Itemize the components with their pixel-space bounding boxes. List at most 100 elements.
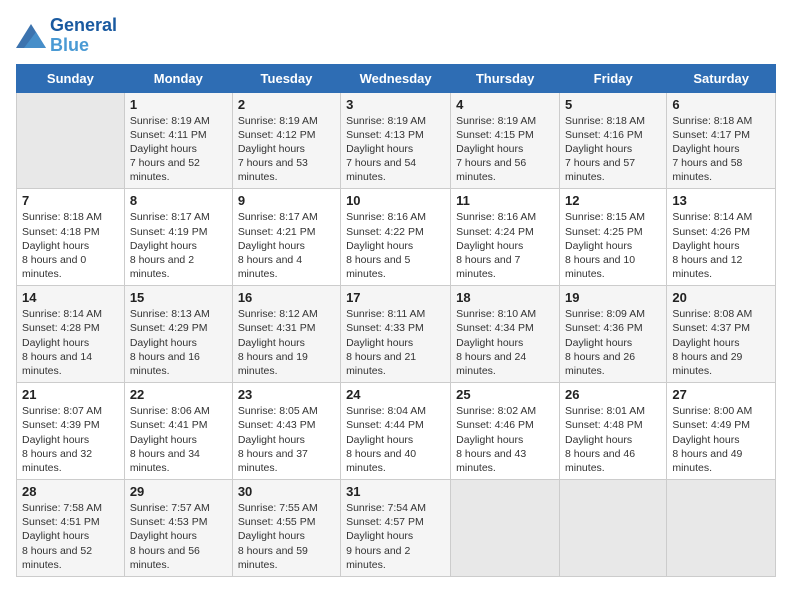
- day-number: 16: [238, 290, 335, 305]
- day-number: 23: [238, 387, 335, 402]
- col-header-wednesday: Wednesday: [341, 64, 451, 92]
- day-number: 8: [130, 193, 227, 208]
- day-cell: [17, 92, 125, 189]
- day-number: 31: [346, 484, 445, 499]
- day-info: Sunrise: 8:08 AMSunset: 4:37 PMDaylight …: [672, 307, 770, 378]
- day-cell: 21 Sunrise: 8:07 AMSunset: 4:39 PMDayligh…: [17, 383, 125, 480]
- day-cell: 9Sunrise: 8:17 AMSunset: 4:21 PMDaylight…: [232, 189, 340, 286]
- day-cell: 14Sunrise: 8:14 AMSunset: 4:28 PMDayligh…: [17, 286, 125, 383]
- day-number: 21: [22, 387, 119, 402]
- day-info: Sunrise: 8:17 AMSunset: 4:21 PMDaylight …: [238, 210, 335, 281]
- day-info: Sunrise: 8:11 AMSunset: 4:33 PMDaylight …: [346, 307, 445, 378]
- day-number: 19: [565, 290, 661, 305]
- day-info: Sunrise: 8:18 AMSunset: 4:17 PMDaylight …: [672, 114, 770, 185]
- day-number: 20: [672, 290, 770, 305]
- week-row-2: 7 Sunrise: 8:18 AMSunset: 4:18 PMDaylight…: [17, 189, 776, 286]
- day-info: Sunrise: 8:17 AMSunset: 4:19 PMDaylight …: [130, 210, 227, 281]
- day-info: Sunrise: 8:19 AMSunset: 4:15 PMDaylight …: [456, 114, 554, 185]
- day-number: 4: [456, 97, 554, 112]
- day-cell: 26 Sunrise: 8:01 AMSunset: 4:48 PMDayligh…: [560, 383, 667, 480]
- day-cell: 2Sunrise: 8:19 AMSunset: 4:12 PMDaylight…: [232, 92, 340, 189]
- day-cell: 19Sunrise: 8:09 AMSunset: 4:36 PMDayligh…: [560, 286, 667, 383]
- day-cell: 29Sunrise: 7:57 AMSunset: 4:53 PMDayligh…: [124, 480, 232, 577]
- col-header-monday: Monday: [124, 64, 232, 92]
- day-number: 13: [672, 193, 770, 208]
- day-cell: 20 Sunrise: 8:08 AMSunset: 4:37 PMDayligh…: [667, 286, 776, 383]
- day-info: Sunrise: 8:15 AMSunset: 4:25 PMDaylight …: [565, 210, 661, 281]
- day-cell: 30 Sunrise: 7:55 AMSunset: 4:55 PMDayligh…: [232, 480, 340, 577]
- day-cell: 10Sunrise: 8:16 AMSunset: 4:22 PMDayligh…: [341, 189, 451, 286]
- week-row-3: 14Sunrise: 8:14 AMSunset: 4:28 PMDayligh…: [17, 286, 776, 383]
- header-row: SundayMondayTuesdayWednesdayThursdayFrid…: [17, 64, 776, 92]
- day-info: Sunrise: 8:02 AMSunset: 4:46 PMDaylight …: [456, 404, 554, 475]
- day-number: 25: [456, 387, 554, 402]
- day-info: Sunrise: 8:01 AMSunset: 4:48 PMDaylight …: [565, 404, 661, 475]
- day-cell: 24 Sunrise: 8:04 AMSunset: 4:44 PMDayligh…: [341, 383, 451, 480]
- day-number: 24: [346, 387, 445, 402]
- day-cell: 8 Sunrise: 8:17 AMSunset: 4:19 PMDaylight…: [124, 189, 232, 286]
- day-number: 2: [238, 97, 335, 112]
- week-row-5: 28 Sunrise: 7:58 AMSunset: 4:51 PMDayligh…: [17, 480, 776, 577]
- day-cell: 7 Sunrise: 8:18 AMSunset: 4:18 PMDaylight…: [17, 189, 125, 286]
- day-cell: 6 Sunrise: 8:18 AMSunset: 4:17 PMDaylight…: [667, 92, 776, 189]
- day-info: Sunrise: 8:12 AMSunset: 4:31 PMDaylight …: [238, 307, 335, 378]
- day-cell: 16 Sunrise: 8:12 AMSunset: 4:31 PMDayligh…: [232, 286, 340, 383]
- day-number: 6: [672, 97, 770, 112]
- day-cell: [560, 480, 667, 577]
- day-number: 11: [456, 193, 554, 208]
- day-number: 14: [22, 290, 119, 305]
- day-cell: 27 Sunrise: 8:00 AMSunset: 4:49 PMDayligh…: [667, 383, 776, 480]
- day-cell: 15 Sunrise: 8:13 AMSunset: 4:29 PMDayligh…: [124, 286, 232, 383]
- day-cell: 23Sunrise: 8:05 AMSunset: 4:43 PMDayligh…: [232, 383, 340, 480]
- page-header: General Blue: [16, 16, 776, 56]
- day-cell: 1 Sunrise: 8:19 AMSunset: 4:11 PMDaylight…: [124, 92, 232, 189]
- day-number: 26: [565, 387, 661, 402]
- day-number: 1: [130, 97, 227, 112]
- day-cell: 13 Sunrise: 8:14 AMSunset: 4:26 PMDayligh…: [667, 189, 776, 286]
- day-number: 22: [130, 387, 227, 402]
- day-cell: 3Sunrise: 8:19 AMSunset: 4:13 PMDaylight…: [341, 92, 451, 189]
- day-info: Sunrise: 8:19 AMSunset: 4:11 PMDaylight …: [130, 114, 227, 185]
- day-info: Sunrise: 8:06 AMSunset: 4:41 PMDaylight …: [130, 404, 227, 475]
- day-cell: 11 Sunrise: 8:16 AMSunset: 4:24 PMDayligh…: [451, 189, 560, 286]
- day-info: Sunrise: 7:58 AMSunset: 4:51 PMDaylight …: [22, 501, 119, 572]
- day-info: Sunrise: 8:16 AMSunset: 4:24 PMDaylight …: [456, 210, 554, 281]
- col-header-friday: Friday: [560, 64, 667, 92]
- day-cell: 25 Sunrise: 8:02 AMSunset: 4:46 PMDayligh…: [451, 383, 560, 480]
- day-cell: 5Sunrise: 8:18 AMSunset: 4:16 PMDaylight…: [560, 92, 667, 189]
- day-number: 18: [456, 290, 554, 305]
- logo: General Blue: [16, 16, 117, 56]
- day-cell: 28 Sunrise: 7:58 AMSunset: 4:51 PMDayligh…: [17, 480, 125, 577]
- day-number: 12: [565, 193, 661, 208]
- day-number: 30: [238, 484, 335, 499]
- day-info: Sunrise: 8:10 AMSunset: 4:34 PMDaylight …: [456, 307, 554, 378]
- day-cell: 18 Sunrise: 8:10 AMSunset: 4:34 PMDayligh…: [451, 286, 560, 383]
- day-cell: 4 Sunrise: 8:19 AMSunset: 4:15 PMDaylight…: [451, 92, 560, 189]
- logo-text: General Blue: [50, 16, 117, 56]
- day-info: Sunrise: 8:19 AMSunset: 4:13 PMDaylight …: [346, 114, 445, 185]
- day-info: Sunrise: 8:13 AMSunset: 4:29 PMDaylight …: [130, 307, 227, 378]
- day-number: 7: [22, 193, 119, 208]
- day-number: 10: [346, 193, 445, 208]
- day-info: Sunrise: 7:54 AMSunset: 4:57 PMDaylight …: [346, 501, 445, 572]
- day-info: Sunrise: 8:14 AMSunset: 4:26 PMDaylight …: [672, 210, 770, 281]
- day-info: Sunrise: 8:18 AMSunset: 4:18 PMDaylight …: [22, 210, 119, 281]
- day-number: 27: [672, 387, 770, 402]
- day-number: 17: [346, 290, 445, 305]
- day-info: Sunrise: 7:57 AMSunset: 4:53 PMDaylight …: [130, 501, 227, 572]
- day-info: Sunrise: 8:07 AMSunset: 4:39 PMDaylight …: [22, 404, 119, 475]
- day-cell: 31 Sunrise: 7:54 AMSunset: 4:57 PMDayligh…: [341, 480, 451, 577]
- day-cell: [451, 480, 560, 577]
- week-row-4: 21 Sunrise: 8:07 AMSunset: 4:39 PMDayligh…: [17, 383, 776, 480]
- day-cell: [667, 480, 776, 577]
- day-number: 28: [22, 484, 119, 499]
- day-info: Sunrise: 8:04 AMSunset: 4:44 PMDaylight …: [346, 404, 445, 475]
- day-info: Sunrise: 8:00 AMSunset: 4:49 PMDaylight …: [672, 404, 770, 475]
- col-header-saturday: Saturday: [667, 64, 776, 92]
- day-number: 5: [565, 97, 661, 112]
- day-cell: 22 Sunrise: 8:06 AMSunset: 4:41 PMDayligh…: [124, 383, 232, 480]
- col-header-thursday: Thursday: [451, 64, 560, 92]
- calendar-table: SundayMondayTuesdayWednesdayThursdayFrid…: [16, 64, 776, 577]
- day-info: Sunrise: 7:55 AMSunset: 4:55 PMDaylight …: [238, 501, 335, 572]
- day-number: 15: [130, 290, 227, 305]
